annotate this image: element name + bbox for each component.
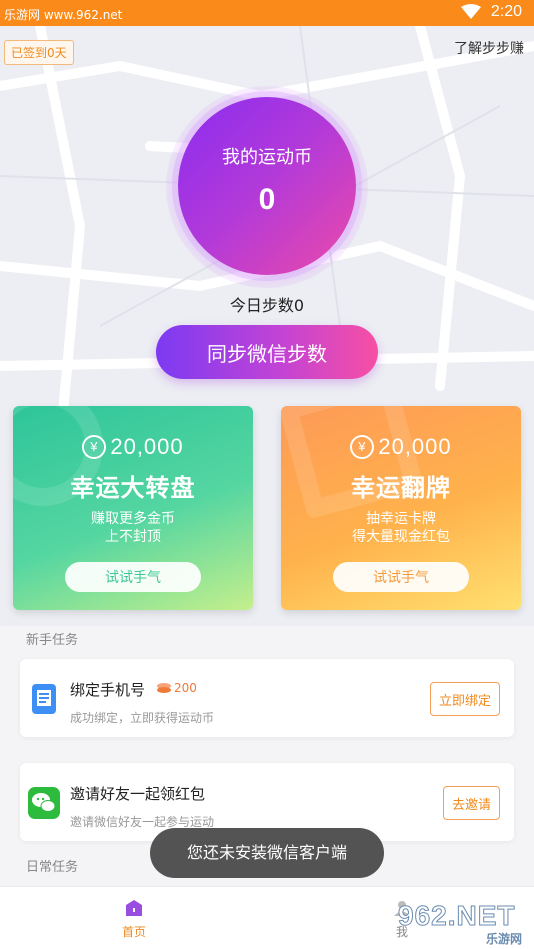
newbie-tasks-title: 新手任务: [26, 633, 79, 648]
checkin-badge: 已签到0天: [4, 40, 74, 65]
lucky-flip-card[interactable]: ¥20,000 幸运翻牌 抽幸运卡牌 得大量现金红包 试试手气: [281, 406, 521, 610]
card-subtitle-line-2: 得大量现金红包: [352, 529, 450, 545]
yen-icon: ¥: [82, 435, 107, 459]
logo-subtext: 乐游网: [485, 932, 522, 946]
card-title: 幸运大转盘: [70, 474, 196, 502]
task-reward-value: 200: [174, 681, 197, 695]
sync-wechat-steps-button[interactable]: 同步微信步数: [156, 325, 378, 379]
tab-home-label: 首页: [121, 925, 146, 939]
coin-value: 0: [258, 183, 276, 216]
toast-message: 您还未安装微信客户端: [150, 828, 384, 878]
status-right: 2:20: [460, 3, 522, 21]
daily-tasks-title: 日常任务: [26, 860, 79, 875]
tab-home[interactable]: 首页: [104, 899, 164, 940]
phone-icon: [32, 684, 56, 714]
sport-coin-circle: 我的运动币 0: [178, 97, 356, 275]
task-title: 绑定手机号: [70, 681, 146, 699]
card-amount-value: 20,000: [110, 434, 184, 459]
try-luck-button[interactable]: 试试手气: [65, 562, 201, 592]
watermark-text: 乐游网 www.962.net: [4, 8, 123, 22]
wechat-icon: [28, 787, 60, 819]
status-time: 2:20: [490, 3, 522, 20]
watermark-logo: 962.NET 乐游网: [398, 900, 528, 947]
card-subtitle-line-1: 抽幸运卡牌: [366, 511, 436, 527]
task-title: 邀请好友一起领红包: [70, 785, 206, 803]
steps-today: 今日步数0: [229, 296, 305, 315]
learn-more-link[interactable]: 了解步步赚: [454, 38, 524, 58]
task-description: 成功绑定，立即获得运动币: [70, 711, 215, 725]
card-subtitle-line-2: 上不封顶: [105, 529, 161, 545]
card-amount: ¥20,000: [13, 434, 253, 460]
status-bar: 乐游网 www.962.net 2:20: [0, 0, 534, 26]
card-amount: ¥20,000: [281, 434, 521, 460]
card-amount-value: 20,000: [378, 434, 452, 459]
task-reward: 200: [156, 681, 197, 695]
yen-icon: ¥: [350, 435, 375, 459]
home-icon: [126, 900, 142, 916]
lucky-wheel-card[interactable]: ¥20,000 幸运大转盘 赚取更多金币 上不封顶 试试手气: [13, 406, 253, 610]
card-subtitle: 抽幸运卡牌 得大量现金红包: [281, 510, 521, 546]
wifi-icon: [460, 4, 481, 19]
card-subtitle-line-1: 赚取更多金币: [91, 511, 175, 527]
card-subtitle: 赚取更多金币 上不封顶: [13, 510, 253, 546]
invite-button[interactable]: 去邀请: [442, 786, 500, 820]
coin-stack-icon: [157, 683, 171, 693]
logo-text: 962.NET: [398, 900, 516, 932]
try-luck-button[interactable]: 试试手气: [333, 562, 469, 592]
bind-now-button[interactable]: 立即绑定: [429, 682, 500, 716]
task-bind-phone: 绑定手机号 200 成功绑定，立即获得运动币 立即绑定: [20, 659, 514, 737]
coin-title: 我的运动币: [222, 147, 312, 168]
card-title: 幸运翻牌: [351, 474, 451, 502]
